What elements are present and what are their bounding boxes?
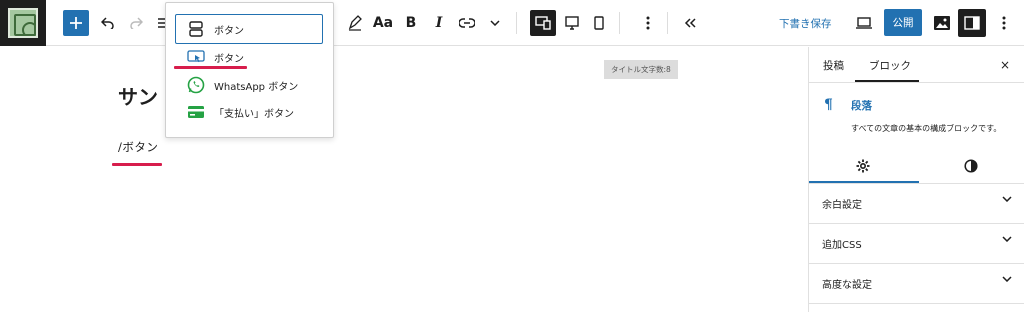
undo-icon	[101, 17, 114, 29]
button-link-icon	[186, 47, 206, 67]
options-menu-button[interactable]	[989, 8, 1019, 38]
panel-title: 余白設定	[822, 199, 862, 211]
settings-sidebar: 投稿 ブロック × ¶ 段落 すべての文章の基本の構成ブロックです。 余白設定 …	[808, 47, 1024, 312]
laptop-icon	[856, 17, 872, 29]
chevron-down-icon	[490, 20, 500, 26]
link-icon	[459, 18, 475, 28]
block-description: すべての文章の基本の構成ブロックです。	[851, 124, 1002, 133]
title-character-count: タイトル文字数:8	[604, 60, 678, 79]
preview-button[interactable]	[849, 8, 879, 38]
featured-image-button[interactable]	[927, 8, 957, 38]
device-desktop-button[interactable]	[557, 8, 587, 38]
block-name: 段落	[851, 100, 872, 112]
device-mobile-button[interactable]	[584, 8, 614, 38]
tab-block[interactable]: ブロック	[869, 47, 911, 83]
panel-additional-css[interactable]: 追加CSS	[809, 223, 1024, 263]
chevron-down-icon	[1002, 236, 1012, 242]
italic-button[interactable]: I	[424, 8, 454, 38]
editor-canvas[interactable]: タイトル文字数:8 サン /ボタン	[0, 47, 808, 312]
tab-post[interactable]: 投稿	[823, 47, 844, 83]
chevrons-left-icon	[684, 18, 696, 28]
bold-button[interactable]: B	[396, 8, 426, 38]
settings-sidebar-toggle[interactable]	[958, 9, 986, 37]
highlight-button[interactable]	[340, 8, 370, 38]
paragraph-icon: ¶	[824, 97, 833, 113]
tab-block-settings[interactable]	[809, 151, 917, 181]
publish-button[interactable]: 公開	[884, 9, 922, 36]
undo-button[interactable]	[93, 8, 123, 38]
half-circle-styles-icon	[964, 159, 978, 173]
desktop-icon	[565, 16, 579, 30]
panel-title: 追加CSS	[822, 239, 862, 251]
paragraph-block[interactable]: /ボタン	[118, 139, 158, 155]
panel-title: 高度な設定	[822, 279, 872, 291]
panel-advanced-settings[interactable]: 高度な設定	[809, 263, 1024, 303]
site-logo[interactable]	[0, 0, 46, 46]
inserter-option-payment-button[interactable]: 「支払い」ボタン	[186, 100, 294, 124]
highlight-underline	[174, 66, 247, 69]
more-formats-button[interactable]	[480, 8, 510, 38]
block-autocomplete-popover: ボタン ボタン WhatsApp ボタン 「支払い」ボタン	[165, 2, 334, 138]
plus-icon	[70, 17, 82, 29]
toolbar-divider	[667, 12, 668, 34]
save-draft-button[interactable]: 下書き保存	[779, 12, 832, 34]
more-vertical-icon	[646, 16, 650, 30]
inserter-option-label: 「支払い」ボタン	[214, 108, 294, 120]
mobile-icon	[594, 16, 604, 30]
inserter-option-whatsapp-button[interactable]: WhatsApp ボタン	[186, 73, 298, 97]
toolbar-divider	[516, 12, 517, 34]
divider	[809, 82, 1024, 83]
pen-icon	[348, 15, 362, 31]
toolbar-divider	[619, 12, 620, 34]
link-button[interactable]	[452, 8, 482, 38]
buttons-icon	[186, 19, 206, 39]
inserter-option-buttons[interactable]: ボタン	[186, 17, 244, 41]
post-title[interactable]: サン	[118, 81, 158, 110]
whatsapp-icon	[186, 75, 206, 95]
responsive-devices-icon	[535, 16, 551, 30]
redo-icon	[130, 17, 143, 29]
more-vertical-icon	[1002, 16, 1006, 30]
block-options-button[interactable]	[633, 8, 663, 38]
tab-block-styles[interactable]	[917, 151, 1024, 181]
redo-button[interactable]	[121, 8, 151, 38]
divider	[809, 303, 1024, 304]
inserter-option-label: WhatsApp ボタン	[214, 81, 299, 93]
chevron-down-icon	[1002, 276, 1012, 282]
device-responsive-button[interactable]	[530, 10, 556, 36]
typography-button[interactable]: Aa	[368, 8, 398, 38]
editor-root: Aa B I 下書き保存 公開 タイトル文字数:8 サン /ボタン ボタン ボタ…	[0, 0, 1024, 312]
image-icon	[934, 16, 950, 30]
gear-icon	[856, 159, 870, 173]
add-block-button[interactable]	[63, 10, 89, 36]
logo-image	[8, 8, 38, 38]
collapse-toolbar-button[interactable]	[675, 8, 705, 38]
inserter-option-label: ボタン	[214, 53, 244, 65]
payment-card-icon	[186, 102, 206, 122]
highlight-underline	[112, 163, 162, 166]
panel-spacing-settings[interactable]: 余白設定	[809, 183, 1024, 223]
chevron-down-icon	[1002, 196, 1012, 202]
close-sidebar-button[interactable]: ×	[995, 55, 1015, 75]
inserter-option-label: ボタン	[214, 25, 244, 37]
sidebar-toggle-icon	[964, 16, 980, 30]
top-toolbar: Aa B I 下書き保存 公開	[0, 0, 1024, 46]
